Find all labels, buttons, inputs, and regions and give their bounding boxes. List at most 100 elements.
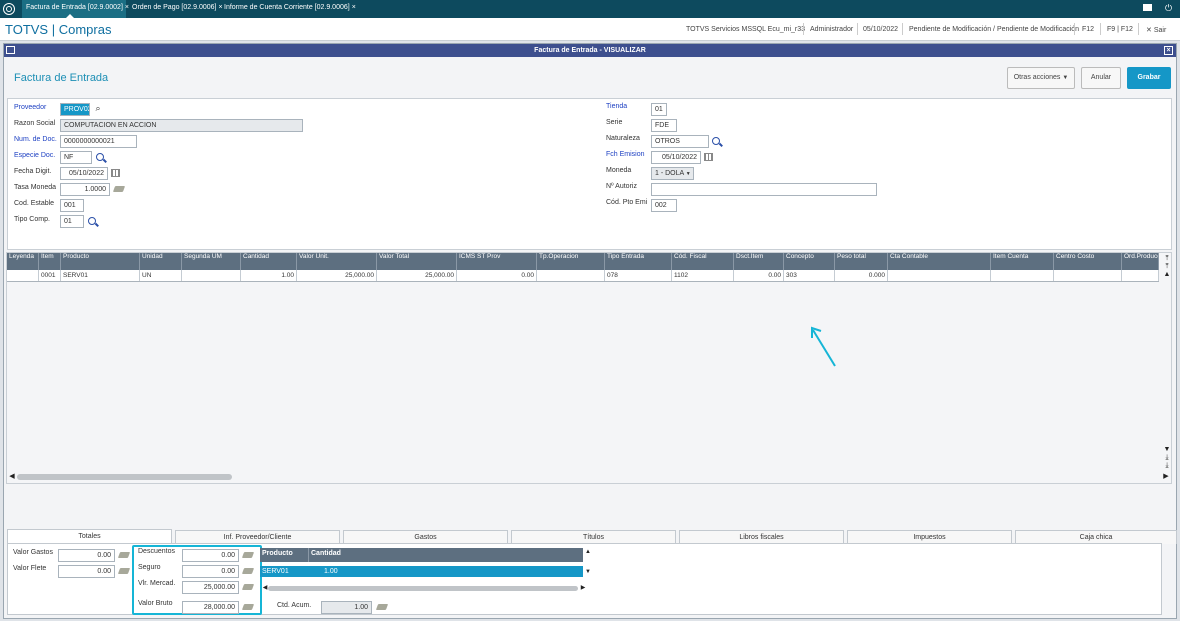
col-peso-total[interactable]: Peso total [835,253,888,270]
col-segunda-um[interactable]: Segunda UM [182,253,241,270]
eraser-icon[interactable] [117,568,131,574]
moneda-select[interactable]: 1 - DOLA ▼ [651,167,694,180]
header-form-panel: Proveedor PROV02 ⌕ Razon Social COMPUTAC… [7,98,1172,250]
col-producto[interactable]: Producto [61,253,140,270]
cell-producto: SERV01 [61,270,140,281]
power-icon[interactable]: ⏻ [1165,4,1174,13]
horizontal-scrollbar[interactable]: ◀ ▶ [7,472,1173,482]
search-icon[interactable] [88,217,96,225]
tienda-field[interactable]: 01 [651,103,667,116]
cell-cantidad: 1.00 [324,568,338,575]
scroll-left-icon[interactable]: ◀ [7,473,17,481]
eraser-icon[interactable] [117,552,131,558]
scroll-bottom-icon[interactable]: ⤓ [1162,454,1172,462]
col-tp-operacion[interactable]: Tp.Operacion [537,253,605,270]
scroll-down-icon[interactable]: ▼ [1162,446,1172,454]
tasa-moneda-field[interactable]: 1.0000 [60,183,110,196]
col-cantidad[interactable]: Cantidad [241,253,297,270]
scroll-right-icon[interactable]: ▶ [1161,473,1171,481]
tab-inf-proveedor[interactable]: Inf. Proveedor/Cliente [175,530,340,544]
user-label[interactable]: Administrador [810,26,853,33]
col-cod-fiscal[interactable]: Cód. Fiscal [672,253,734,270]
tab-factura-de-entrada[interactable]: Factura de Entrada [02.9.0002] × [22,0,129,18]
tab-gastos[interactable]: Gastos [343,530,508,544]
search-icon[interactable] [96,153,104,161]
totvs-logo-icon[interactable] [3,3,15,15]
date-label: 05/10/2022 [863,26,899,33]
col-leyenda[interactable]: Leyenda [7,253,39,270]
serie-label: Serie [606,119,623,126]
scroll-top-icon[interactable]: ⤒ [1162,263,1172,271]
col-icms-st-prov[interactable]: ICMS ST Prov [457,253,537,270]
scroll-right-icon[interactable]: ▶ [578,584,588,592]
scrollbar-thumb[interactable] [17,474,232,480]
vlr-mercad-field[interactable]: 25,000.00 [182,581,239,594]
col-unidad[interactable]: Unidad [140,253,182,270]
col-cantidad[interactable]: Cantidad [308,548,388,562]
close-icon[interactable]: × [352,4,356,11]
cell-peso-total: 0.000 [835,270,888,281]
col-item-cuenta[interactable]: Item Cuenta [991,253,1054,270]
proveedor-field[interactable]: PROV02 [60,103,90,116]
seguro-field[interactable]: 0.00 [182,565,239,578]
tab-titulos[interactable]: Títulos [511,530,676,544]
scroll-up-icon[interactable]: ▲ [583,548,593,556]
col-dsct-item[interactable]: Dsct.Item [734,253,784,270]
tipo-comp-field[interactable]: 01 [60,215,84,228]
col-concepto[interactable]: Concepto [784,253,835,270]
other-actions-button[interactable]: Otras acciones ▼ [1007,67,1075,89]
col-producto[interactable]: Producto [260,548,308,562]
cancel-button[interactable]: Anular [1081,67,1121,89]
scroll-bottom-icon[interactable]: ⤓ [1162,462,1172,470]
tab-impuestos[interactable]: Impuestos [847,530,1012,544]
eraser-icon[interactable] [112,186,126,192]
especie-doc-field[interactable]: NF [60,151,92,164]
exit-button[interactable]: ✕ Sair [1146,26,1166,34]
tab-caja-chica[interactable]: Caja chica [1015,530,1177,544]
f12-button[interactable]: F12 [1082,26,1094,33]
eraser-icon[interactable] [375,604,389,610]
valor-gastos-field[interactable]: 0.00 [58,549,115,562]
scroll-up-icon[interactable]: ▲ [1162,271,1172,279]
close-icon[interactable]: × [1164,46,1173,55]
col-ord-produccion[interactable]: Ord.Producci [1122,253,1159,270]
cod-pto-emi-field[interactable]: 002 [651,199,677,212]
form-title: Factura de Entrada [14,72,109,84]
save-button[interactable]: Grabar [1127,67,1171,89]
valor-bruto-label: Valor Bruto [138,600,173,607]
descuentos-field[interactable]: 0.00 [182,549,239,562]
valor-flete-field[interactable]: 0.00 [58,565,115,578]
table-row[interactable]: SERV01 1.00 [260,566,583,577]
scroll-down-icon[interactable]: ▼ [583,568,593,576]
tab-informe-cuenta-corriente[interactable]: Informe de Cuenta Corriente [02.9.0006] × [220,0,356,18]
tab-orden-de-pago[interactable]: Orden de Pago [02.9.0006] × [128,0,223,18]
cell-cantidad: 1.00 [241,270,297,281]
col-centro-costo[interactable]: Centro Costo [1054,253,1122,270]
mail-icon[interactable] [1143,4,1152,11]
col-tipo-entrada[interactable]: Tipo Entrada [605,253,672,270]
fch-emision-field[interactable]: 05/10/2022 [651,151,701,164]
search-icon[interactable]: ⌕ [93,103,103,113]
col-cta-contable[interactable]: Cta Contable [888,253,991,270]
calendar-icon[interactable] [111,169,120,177]
fecha-digit-field[interactable]: 05/10/2022 [60,167,108,180]
serie-field[interactable]: FDE [651,119,677,132]
razon-social-field[interactable]: COMPUTACION EN ACCION [60,119,303,132]
naturaleza-field[interactable]: OTROS [651,135,709,148]
dialog-title-bar: Factura de Entrada - VISUALIZAR × [4,44,1176,57]
ctd-acum-field[interactable]: 1.00 [321,601,372,614]
col-item[interactable]: Item [39,253,61,270]
exit-label: Sair [1153,27,1167,34]
no-autoriz-field[interactable] [651,183,877,196]
col-valor-total[interactable]: Valor Total [377,253,457,270]
calendar-icon[interactable] [704,153,713,161]
num-doc-field[interactable]: 0000000000021 [60,135,137,148]
scrollbar-thumb[interactable] [268,586,578,591]
valor-bruto-field[interactable]: 28,000.00 [182,601,239,614]
f9-f12-button[interactable]: F9 | F12 [1107,26,1133,33]
search-icon[interactable] [712,137,720,145]
tab-libros-fiscales[interactable]: Libros fiscales [679,530,844,544]
col-valor-unit[interactable]: Valor Unit. [297,253,377,270]
scroll-top-icon[interactable]: ⤒ [1162,255,1172,263]
cod-estable-field[interactable]: 001 [60,199,84,212]
